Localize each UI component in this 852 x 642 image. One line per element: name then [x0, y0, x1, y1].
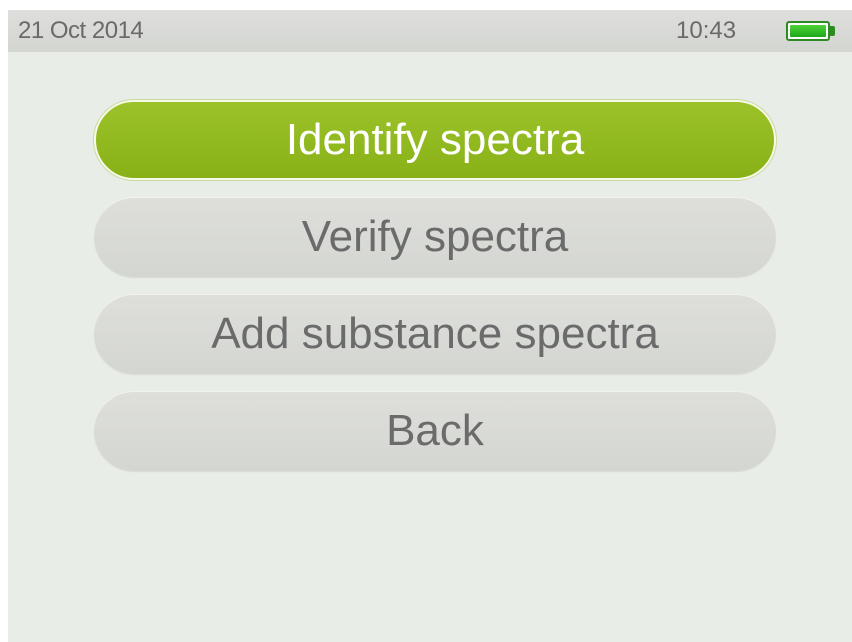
add-substance-spectra-button[interactable]: Add substance spectra: [94, 294, 776, 374]
device-screen: 21 Oct 2014 10:43 Identify spectra Verif…: [8, 10, 852, 642]
status-bar: 21 Oct 2014 10:43: [8, 10, 852, 52]
main-menu: Identify spectra Verify spectra Add subs…: [94, 100, 776, 488]
status-time: 10:43: [676, 17, 737, 44]
battery-tip: [830, 26, 835, 36]
battery-icon: [786, 21, 830, 41]
back-button[interactable]: Back: [94, 391, 776, 471]
battery-level-fill: [790, 25, 826, 37]
identify-spectra-button[interactable]: Identify spectra: [94, 100, 776, 180]
verify-spectra-button[interactable]: Verify spectra: [94, 197, 776, 277]
status-date: 21 Oct 2014: [18, 17, 144, 44]
